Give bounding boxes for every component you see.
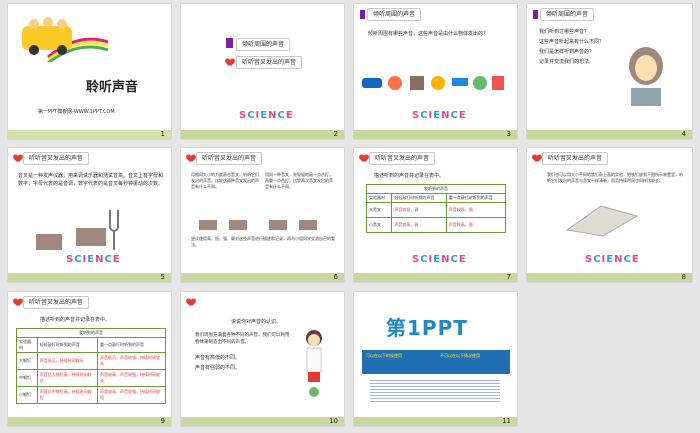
slide-11[interactable]: 第1PPT 可以在以下时候使用 不可以在以下情况使用 11 <box>354 292 517 426</box>
menu-number-icon <box>226 38 233 48</box>
bullet-1: 我们周围充满着各种不同的声音，我们可以利用物体来制造出不同的声音。 <box>195 333 290 345</box>
results-table: 我听到的声音 实验器材 轻轻敲打时听到的声音 重一点敲打时听到的声音 大钢钉 声音低沉… <box>16 328 167 404</box>
table-row: 大钢钉 声音低沉，持续时间较长 声音低沉，声音较强，持续时间较长 <box>16 352 167 370</box>
slide-6[interactable]: 听听音叉发出的声音 用相同大小的力度敲击音叉，听听它们发出的声音。比较这两种音叉… <box>181 148 344 282</box>
slide-text: 我们也可以用大小不同的铁钉敲上面的实验，把铁钉放到下图所示装置里，听听它们发出的… <box>547 172 683 183</box>
footer-bar <box>354 273 517 282</box>
heart-icon <box>360 155 368 163</box>
footer-bar <box>181 417 344 426</box>
heart-icon <box>187 155 195 163</box>
slide-9[interactable]: 听听音叉发出的声音 描述听到的声音并记录在表中。 我听到的声音 实验器材 轻轻敲打… <box>8 292 171 426</box>
footer-bar <box>527 130 692 139</box>
slide-text: 音叉是一种发声仪器，用来调试乐器和测试音高。音叉上有字母和数字，字母代表的是音调… <box>18 173 164 187</box>
slide-7[interactable]: 听听音叉发出的声音 描述听到的声音并记录在表中。 我听到的声音 实验器材 轻轻敲打… <box>354 148 517 282</box>
slide-col2-text: 用同一种音叉，先轻轻地敲一点击打，再重一点击打，比较两次音叉发出的声音有什么不同… <box>265 172 333 189</box>
slide-10[interactable]: 说说你对声音的认识。 我们周围充满着各种不同的声音，我们可以利用物体来制造出不同… <box>181 292 344 426</box>
slide-tag: 听听音叉发出的声音 <box>196 152 263 165</box>
science-logo: SCIENCE <box>412 110 467 121</box>
footer-bar <box>8 273 171 282</box>
slide-number: 10 <box>329 417 338 425</box>
footer-bar <box>181 130 344 139</box>
table-row: 小钢钉 声音比中钢钉高，持续时间较短 声音较高，声音较强，持续时间较短 <box>16 386 167 404</box>
footer-bar <box>8 417 171 426</box>
slide-number: 5 <box>160 273 165 281</box>
slide-tag: 倾听周围的声音 <box>367 8 422 21</box>
forbidden-heading: 不可以在以下情况使用 <box>440 353 480 358</box>
slide-number: 8 <box>681 273 686 281</box>
slide-1-subtitle: 第一PPT模板网-WWW.1PPT.COM <box>38 109 115 115</box>
bullet-3: 声音有强弱的不同。 <box>195 365 241 371</box>
table-header: 轻轻敲打时听到的声音 <box>391 193 447 203</box>
cartoon-bus-image <box>18 12 109 65</box>
footer-bar <box>354 130 517 139</box>
fork-experiment-image <box>197 208 327 232</box>
bullet-1: 我们听到过哪些声音？ <box>539 29 590 35</box>
link-list <box>370 378 500 404</box>
table-row: 小音叉 声音较高，弱 声音较高，强 <box>365 217 507 233</box>
slide-3[interactable]: 倾听周围的声音 倾听周围有哪些声音，这些声音是由什么物体发出的？ SCIENCE… <box>354 4 517 139</box>
sound-objects-image <box>360 68 510 98</box>
heart-icon <box>14 155 22 163</box>
info-panel: 可以在以下时候使用 不可以在以下情况使用 <box>362 350 510 374</box>
science-logo: SCIENCE <box>585 254 640 265</box>
slide-tag: 倾听周围的声音 <box>540 8 595 21</box>
slide-col1-text: 用相同大小的力度敲击音叉，听听它们发出的声音。比较这两种音叉发出的声音有什么不同… <box>191 172 259 189</box>
slide-tag: 听听音叉发出的声音 <box>23 296 90 309</box>
slide-tag: 听听音叉发出的声音 <box>23 152 90 165</box>
slide-text: 描述听到的声音并记录在表中。 <box>374 173 445 179</box>
slide-number: 4 <box>681 130 686 138</box>
listening-girl-image <box>623 44 669 106</box>
bullet-4: 记录并交流我们的想法。 <box>539 59 595 65</box>
bullet-2: 声音有高低的不同。 <box>195 355 241 361</box>
tuning-fork-image <box>34 206 134 254</box>
slide-number: 11 <box>502 417 511 425</box>
slide-number: 6 <box>333 273 338 281</box>
slide-1-title: 聆听声音 <box>86 80 139 95</box>
table-row: 中钢钉 声音比大钢钉高，持续时间较长 声音较高，声音较强，持续时间较长 <box>16 369 167 387</box>
slide-bottom-text: 尝试使用高、低、强、弱对这些声音进行描述和记录，再与小组同学交流自己的看法。 <box>191 236 335 247</box>
menu-heart-icon <box>226 59 234 67</box>
slide-number: 7 <box>506 273 511 281</box>
egg-carton-image <box>561 200 641 238</box>
slide-tag: 听听音叉发出的声音 <box>369 152 436 165</box>
slide-text: 描述听到的声音并记录在表中。 <box>40 317 111 323</box>
table-header: 实验器材 <box>365 193 393 203</box>
table-header: 重一点敲打时听到的声音 <box>445 193 507 203</box>
slide-4[interactable]: 倾听周围的声音 我们听到过哪些声音？ 这些声音听起来有什么不同？ 我们是怎样听到… <box>527 4 692 139</box>
heart-icon <box>187 299 195 307</box>
footer-bar <box>181 273 344 282</box>
science-logo: SCIENCE <box>239 110 294 121</box>
slide-tag: 听听音叉发出的声音 <box>542 152 609 165</box>
section-number-icon <box>360 10 365 19</box>
slide-2[interactable]: 倾听周围的声音 听听音叉发出的声音 SCIENCE 2 <box>181 4 344 139</box>
slide-number: 1 <box>160 130 165 138</box>
footer-bar <box>8 130 171 139</box>
science-logo: SCIENCE <box>412 254 467 265</box>
results-table: 我听到的声音 实验器材 轻轻敲打时听到的声音 重一点敲打时听到的声音 大音叉 声音较低… <box>365 184 507 233</box>
table-title: 我听到的声音 <box>366 184 506 194</box>
footer-bar <box>527 273 692 282</box>
menu-item-2[interactable]: 听听音叉发出的声音 <box>236 56 303 69</box>
bullet-3: 我们是怎样听到声音的？ <box>539 49 595 55</box>
science-logo: SCIENCE <box>66 254 121 265</box>
footer-bar <box>354 417 517 426</box>
slide-text: 倾听周围有哪些声音，这些声音是由什么物体发出的？ <box>368 31 489 37</box>
slide-number: 3 <box>506 130 511 138</box>
bullet-2: 这些声音听起来有什么不同？ <box>539 39 605 45</box>
slide-number: 2 <box>333 130 338 138</box>
slide-number: 9 <box>160 417 165 425</box>
slide-8[interactable]: 听听音叉发出的声音 我们也可以用大小不同的铁钉敲上面的实验，把铁钉放到下图所示装… <box>527 148 692 282</box>
slide-5[interactable]: 听听音叉发出的声音 音叉是一种发声仪器，用来调试乐器和测试音高。音叉上有字母和数… <box>8 148 171 282</box>
table-title: 我听到的声音 <box>16 328 166 338</box>
menu-item-1[interactable]: 倾听周围的声音 <box>236 38 291 51</box>
section-number-icon <box>533 10 538 19</box>
allowed-heading: 可以在以下时候使用 <box>366 353 402 358</box>
slide-1[interactable]: 聆听声音 第一PPT模板网-WWW.1PPT.COM 1 <box>8 4 171 139</box>
slide-heading: 说说你对声音的认识。 <box>231 319 282 325</box>
table-row: 大音叉 声音较低，弱 声音较低，强 <box>365 202 507 218</box>
teacher-image <box>299 328 329 398</box>
heart-icon <box>533 155 541 163</box>
ppt-logo: 第1PPT <box>386 316 468 340</box>
heart-icon <box>14 299 22 307</box>
